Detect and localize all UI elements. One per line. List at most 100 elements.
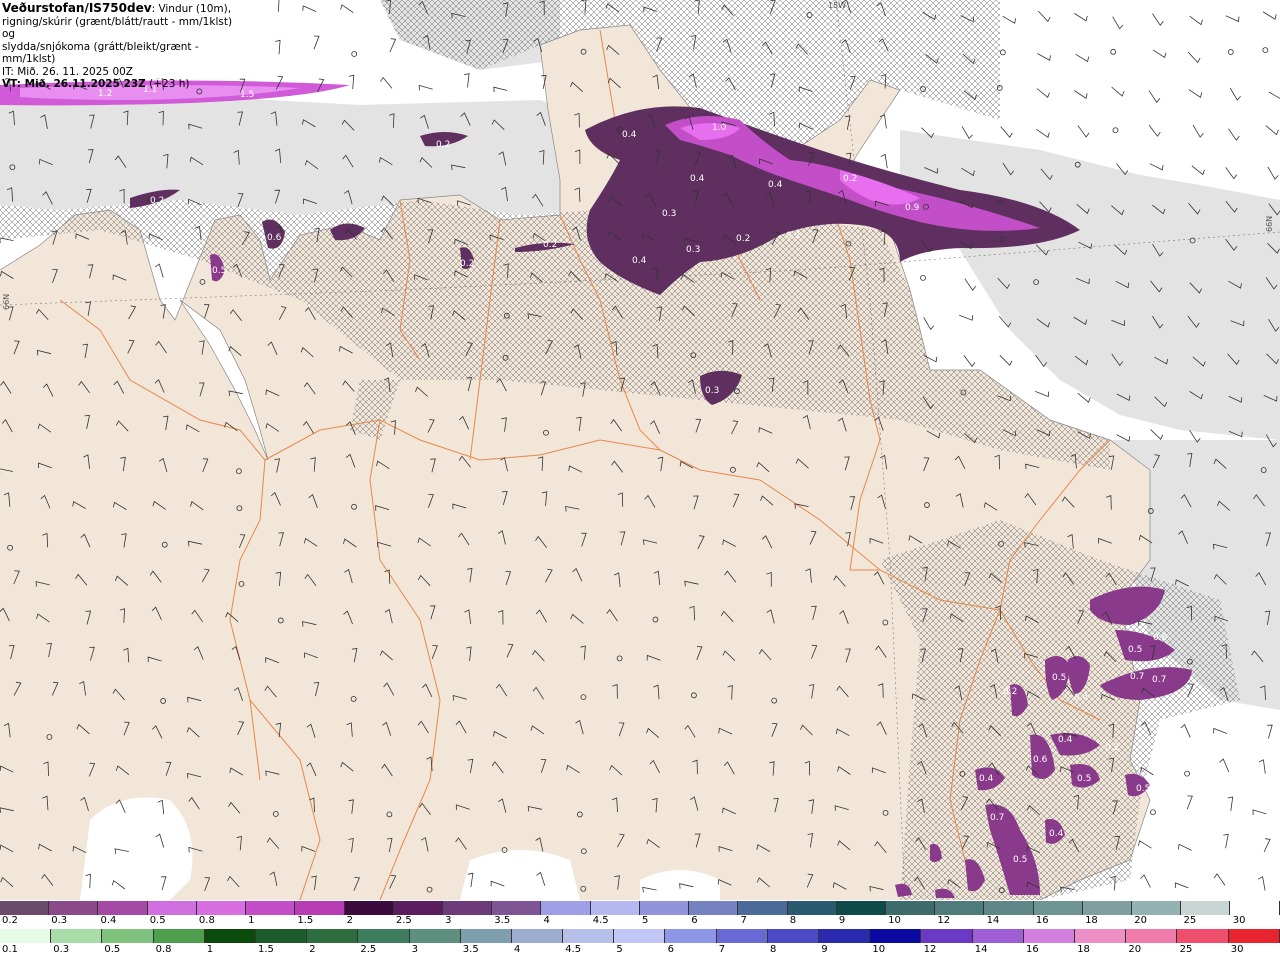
legend-swatch xyxy=(716,929,768,943)
legend-swatch xyxy=(1074,929,1127,943)
legend-label: 4 xyxy=(514,944,521,955)
legend-label: 6 xyxy=(691,915,698,926)
legend-label: 10 xyxy=(872,944,886,955)
legend-swatch xyxy=(0,901,50,915)
legend-label: 18 xyxy=(1085,915,1098,926)
legend-swatch xyxy=(787,901,837,915)
contour-label: 0.4 xyxy=(632,256,647,266)
legend-swatch xyxy=(819,929,871,943)
legend-label: 0.8 xyxy=(155,944,172,955)
contour-label: 0.5 xyxy=(1077,774,1091,784)
contour-label: 0.5 xyxy=(1013,855,1027,865)
legend-swatch xyxy=(344,901,394,915)
legend-swatch xyxy=(102,929,154,943)
legend-swatch xyxy=(358,929,410,943)
legend-label: 0.2 xyxy=(2,915,18,926)
legend-swatch xyxy=(442,901,493,915)
model-title: Veðurstofan/IS750dev xyxy=(2,1,152,15)
contour-label: 0.2 xyxy=(736,234,750,244)
legend-swatch xyxy=(935,901,985,915)
contour-label: 0.2 xyxy=(436,140,450,150)
legend-swatch xyxy=(972,929,1024,943)
lat-label-right: 66N xyxy=(1265,216,1274,232)
legend-swatch xyxy=(921,929,973,943)
legend-swatch xyxy=(885,901,936,915)
legend-label: 3.5 xyxy=(494,915,511,926)
legend-label: 20 xyxy=(1128,944,1142,955)
legend-swatch xyxy=(196,901,247,915)
legend-label: 18 xyxy=(1077,944,1090,955)
contour-label: 0.4 xyxy=(690,174,705,184)
legend-label: 5 xyxy=(616,944,623,955)
legend-swatch xyxy=(738,901,788,915)
header-desc-2: rigning/skúrir (grænt/blátt/rautt - mm/1… xyxy=(2,15,233,41)
valid-time: VT: Mið. 26.11.2025 23Z xyxy=(2,78,146,90)
contour-label: 0.8 xyxy=(1153,633,1168,643)
legend-swatch xyxy=(1033,901,1083,915)
legend-swatch xyxy=(1177,929,1229,943)
contour-label: 0.4 xyxy=(1058,735,1073,745)
legend-snow-scale xyxy=(0,901,1280,915)
legend-swatch xyxy=(49,901,99,915)
legend-swatch xyxy=(1126,929,1178,943)
legend-label: 6 xyxy=(667,944,674,955)
contour-label: 0.7 xyxy=(1152,675,1166,685)
legend-swatch xyxy=(1230,901,1280,915)
legend-label: 3 xyxy=(445,915,452,926)
legend-swatch xyxy=(767,929,819,943)
contour-label: 0.3 xyxy=(686,245,700,255)
contour-label: 0.4 xyxy=(622,130,637,140)
legend-label: 0.8 xyxy=(198,915,215,926)
legend-label: 12 xyxy=(923,944,937,955)
header-desc-3: slydda/snjókoma (grátt/bleikt/grænt - mm… xyxy=(2,40,199,66)
legend-label: 0.5 xyxy=(104,944,121,955)
legend-label: 9 xyxy=(821,944,828,955)
legend-label: 1 xyxy=(206,944,214,955)
legend-label: 4.5 xyxy=(592,915,609,926)
legend-label: 25 xyxy=(1183,915,1197,926)
legend-label: 8 xyxy=(789,915,797,926)
legend-swatch xyxy=(689,901,739,915)
legend-swatch xyxy=(1181,901,1231,915)
legend-label: 8 xyxy=(770,944,777,955)
contour-label: 0.2 xyxy=(786,231,800,241)
contour-label: 0.6 xyxy=(1033,755,1048,765)
legend-swatch xyxy=(1082,901,1133,915)
legend-label: 0.3 xyxy=(53,944,70,955)
legend-swatch xyxy=(590,901,640,915)
legend-label: 4.5 xyxy=(565,944,582,955)
legend-label: 3.5 xyxy=(462,944,479,955)
contour-label: 1.0 xyxy=(712,123,727,133)
legend-swatch xyxy=(665,929,717,943)
legend-swatch xyxy=(246,901,296,915)
legend-label: 1.5 xyxy=(297,915,314,926)
contour-label: 0.5 xyxy=(1128,645,1142,655)
contour-label: 0.4 xyxy=(979,774,994,784)
legend-swatch xyxy=(307,929,359,943)
legend-swatch xyxy=(1228,929,1280,943)
legend-label: 16 xyxy=(1035,915,1049,926)
legend-label: 20 xyxy=(1134,915,1148,926)
legend-label: 3 xyxy=(411,944,418,955)
legend-label: 9 xyxy=(838,915,846,926)
legend-label: 16 xyxy=(1026,944,1039,955)
legend-label: 7 xyxy=(718,944,726,955)
legend-swatch xyxy=(255,929,308,943)
legend-swatch xyxy=(511,929,564,943)
contour-label: 1.2 xyxy=(98,89,112,99)
contour-label: 0.2 xyxy=(150,196,164,206)
legend-swatch xyxy=(563,929,615,943)
legend-label: 14 xyxy=(974,944,988,955)
legend-label: 5 xyxy=(642,915,649,926)
map-header: Veðurstofan/IS750dev: Vindur (10m), rign… xyxy=(0,0,240,90)
contour-label: 1.5 xyxy=(240,90,254,100)
legend-swatch xyxy=(51,929,103,943)
valid-offset: (+23 h) xyxy=(145,78,190,90)
legend-label: 25 xyxy=(1179,944,1193,955)
contour-label: 0.3 xyxy=(662,209,676,219)
legend-label: 14 xyxy=(986,915,1000,926)
legend-swatch xyxy=(204,929,256,943)
legend-label: 2.5 xyxy=(360,944,377,955)
contour-label: 0.2 xyxy=(1003,687,1017,697)
contour-label: 0.7 xyxy=(1130,672,1144,682)
